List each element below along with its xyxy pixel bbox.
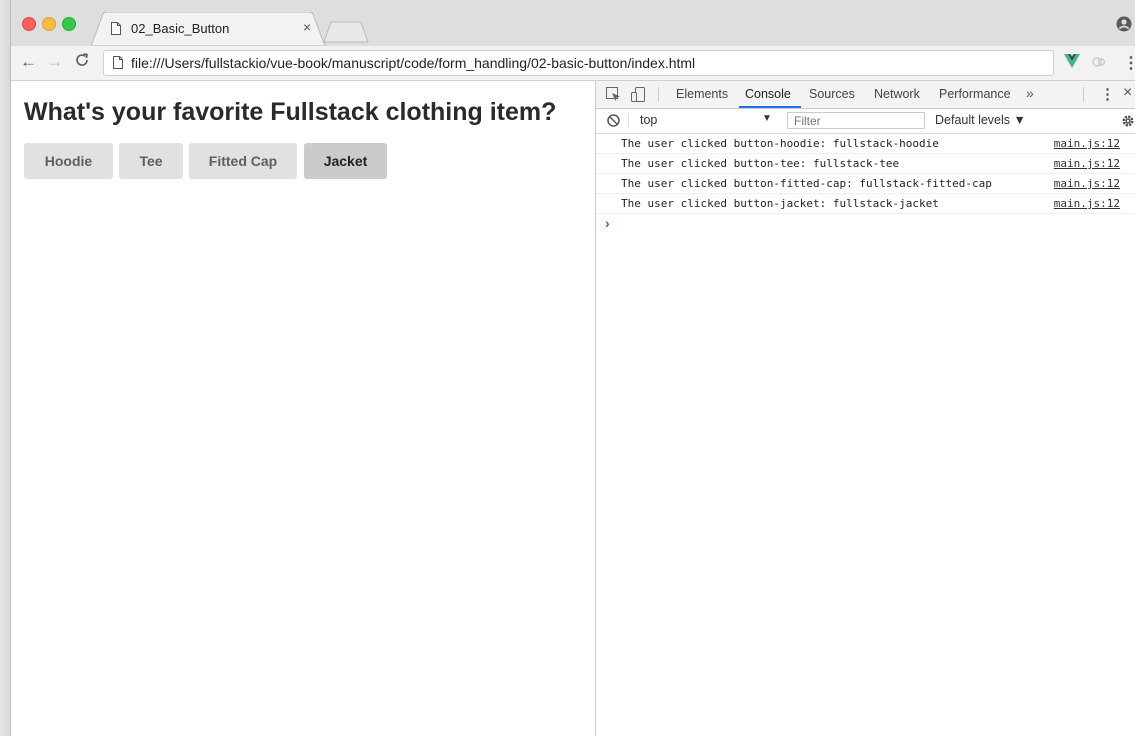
browser-tab[interactable]: 02_Basic_Button × bbox=[91, 12, 325, 46]
console-filter-input[interactable] bbox=[787, 112, 925, 129]
filter-separator bbox=[628, 113, 629, 129]
devtools-separator bbox=[1083, 87, 1084, 102]
tab-elements[interactable]: Elements bbox=[676, 87, 728, 101]
page-info-icon[interactable] bbox=[113, 56, 123, 69]
browser-menu-icon[interactable]: ⋮ bbox=[1123, 53, 1135, 73]
jacket-button[interactable]: Jacket bbox=[304, 143, 387, 179]
console-log-row: The user clicked button-fitted-cap: full… bbox=[596, 174, 1135, 194]
device-toolbar-icon[interactable] bbox=[631, 87, 646, 102]
reload-icon[interactable] bbox=[74, 52, 90, 68]
log-message: The user clicked button-hoodie: fullstac… bbox=[621, 137, 939, 150]
browser-window: 02_Basic_Button × ← → file:///Users/full… bbox=[10, 0, 1135, 736]
gear-icon[interactable] bbox=[1121, 114, 1135, 128]
address-bar[interactable]: file:///Users/fullstackio/vue-book/manus… bbox=[103, 50, 1054, 76]
hoodie-button[interactable]: Hoodie bbox=[24, 143, 113, 179]
tee-button[interactable]: Tee bbox=[119, 143, 183, 179]
log-source-link[interactable]: main.js:12 bbox=[1054, 177, 1120, 190]
devtools-panel: Elements Console Sources Network Perform… bbox=[595, 81, 1135, 736]
console-log-row: The user clicked button-hoodie: fullstac… bbox=[596, 134, 1135, 154]
clear-console-icon[interactable] bbox=[607, 114, 620, 127]
log-message: The user clicked button-jacket: fullstac… bbox=[621, 197, 939, 210]
back-arrow-icon[interactable]: ← bbox=[20, 53, 37, 71]
zoom-window-button[interactable] bbox=[62, 17, 76, 31]
log-source-link[interactable]: main.js:12 bbox=[1054, 157, 1120, 170]
vue-devtools-extension-icon[interactable] bbox=[1064, 54, 1080, 68]
tab-close-icon[interactable]: × bbox=[303, 19, 311, 35]
new-tab-button[interactable] bbox=[323, 21, 369, 43]
context-dropdown-icon[interactable]: ▼ bbox=[762, 113, 772, 124]
profile-icon[interactable] bbox=[1116, 16, 1132, 32]
fitted-cap-button[interactable]: Fitted Cap bbox=[189, 143, 297, 179]
tab-strip: 02_Basic_Button × bbox=[11, 0, 1135, 47]
console-log-row: The user clicked button-jacket: fullstac… bbox=[596, 194, 1135, 214]
document-icon bbox=[111, 22, 121, 35]
inspect-element-icon[interactable] bbox=[606, 87, 621, 102]
extension-icon[interactable] bbox=[1092, 55, 1106, 69]
devtools-separator bbox=[658, 87, 659, 102]
log-source-link[interactable]: main.js:12 bbox=[1054, 137, 1120, 150]
console-filter-bar: top ▼ Default levels ▼ bbox=[596, 109, 1135, 134]
page-heading: What's your favorite Fullstack clothing … bbox=[24, 98, 557, 126]
log-source-link[interactable]: main.js:12 bbox=[1054, 197, 1120, 210]
log-levels-dropdown[interactable]: Default levels ▼ bbox=[935, 113, 1026, 127]
tab-performance[interactable]: Performance bbox=[939, 87, 1011, 101]
active-tab-indicator bbox=[739, 106, 801, 108]
minimize-window-button[interactable] bbox=[42, 17, 56, 31]
devtools-menu-icon[interactable]: ⋮ bbox=[1100, 85, 1115, 103]
tab-sources[interactable]: Sources bbox=[809, 87, 855, 101]
console-log-row: The user clicked button-tee: fullstack-t… bbox=[596, 154, 1135, 174]
log-message: The user clicked button-fitted-cap: full… bbox=[621, 177, 992, 190]
tab-title: 02_Basic_Button bbox=[131, 21, 230, 36]
more-tabs-icon[interactable]: » bbox=[1026, 85, 1034, 101]
devtools-tab-bar: Elements Console Sources Network Perform… bbox=[596, 81, 1135, 109]
close-window-button[interactable] bbox=[22, 17, 36, 31]
console-prompt[interactable]: › bbox=[596, 214, 1135, 234]
url-text: file:///Users/fullstackio/vue-book/manus… bbox=[131, 55, 696, 71]
forward-arrow-icon[interactable]: → bbox=[46, 53, 63, 71]
address-toolbar: ← → file:///Users/fullstackio/vue-book/m… bbox=[11, 46, 1135, 81]
desktop-edge bbox=[0, 0, 10, 736]
prompt-chevron-icon: › bbox=[605, 215, 610, 231]
devtools-close-icon[interactable]: × bbox=[1123, 84, 1132, 102]
context-selector[interactable]: top bbox=[640, 113, 657, 127]
console-output: The user clicked button-hoodie: fullstac… bbox=[596, 134, 1135, 234]
tab-console[interactable]: Console bbox=[745, 87, 791, 101]
tab-network[interactable]: Network bbox=[874, 87, 920, 101]
log-message: The user clicked button-tee: fullstack-t… bbox=[621, 157, 900, 170]
page-content: What's your favorite Fullstack clothing … bbox=[11, 81, 595, 736]
